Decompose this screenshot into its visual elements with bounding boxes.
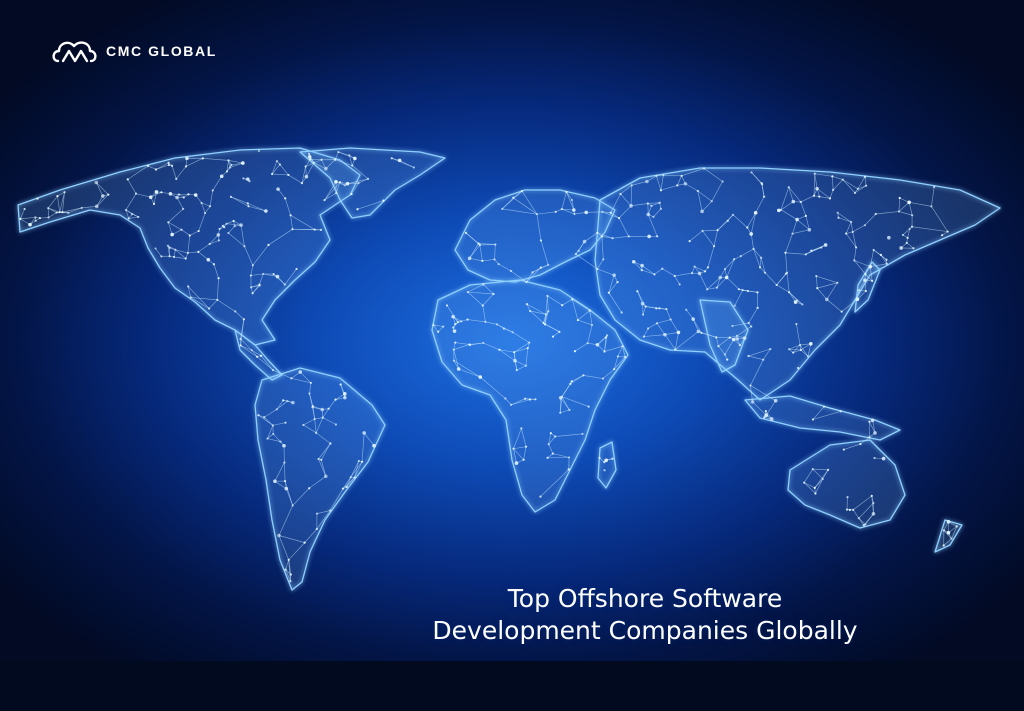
cmc-cloud-logo-icon bbox=[52, 41, 97, 63]
headline: Top Offshore Software Development Compan… bbox=[380, 583, 910, 647]
banner: CMC GLOBAL Top Offshore Software Develop… bbox=[0, 0, 1024, 711]
north-america-outline bbox=[17, 147, 361, 346]
bottom-strip bbox=[0, 661, 1024, 711]
headline-line-2: Development Companies Globally bbox=[432, 616, 858, 645]
madagascar-outline bbox=[597, 441, 617, 489]
brand-logo[interactable]: CMC GLOBAL bbox=[50, 34, 217, 68]
brand-name: CMC GLOBAL bbox=[106, 43, 217, 59]
headline-line-1: Top Offshore Software bbox=[507, 584, 783, 613]
europe-outline bbox=[454, 189, 616, 283]
south-america-outline bbox=[254, 367, 386, 591]
